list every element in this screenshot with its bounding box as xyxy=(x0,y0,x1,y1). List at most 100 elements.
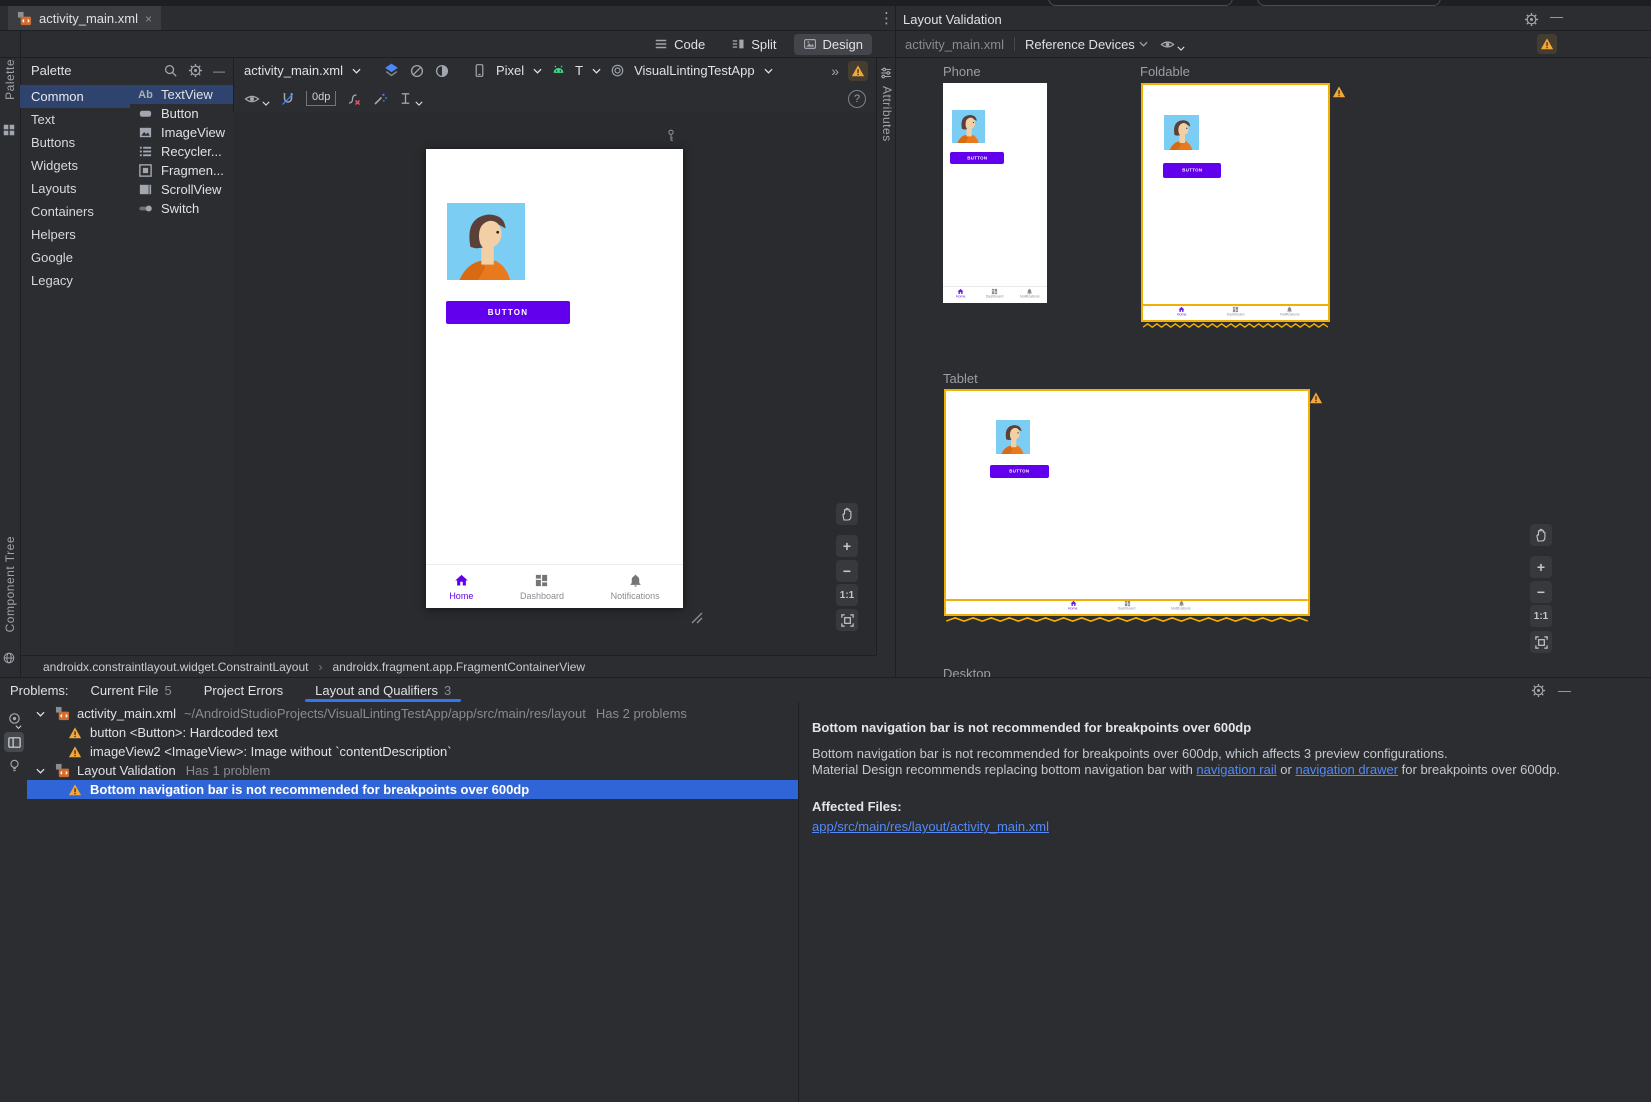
view-options-eye-icon[interactable] xyxy=(244,91,260,107)
visibility-eye-icon[interactable] xyxy=(1160,37,1175,52)
warning-icon[interactable] xyxy=(1309,391,1323,405)
validation-file-tab[interactable]: activity_main.xml xyxy=(905,37,1004,52)
avatar-imageview[interactable] xyxy=(447,203,525,280)
device-selector[interactable]: Pixel xyxy=(496,63,524,78)
device-phone-icon[interactable] xyxy=(472,63,487,78)
breadcrumb-item-fragmentcontainerview[interactable]: androidx.fragment.app.FragmentContainerV… xyxy=(333,660,586,674)
hide-panel-icon[interactable]: — xyxy=(213,65,225,77)
palette-category-text[interactable]: Text xyxy=(20,108,130,131)
canvas-resize-handle[interactable] xyxy=(688,609,704,625)
warning-icon[interactable] xyxy=(1332,85,1346,99)
zoom-in-button[interactable]: + xyxy=(836,535,858,557)
design-file-selector[interactable]: activity_main.xml xyxy=(244,63,343,78)
attributes-sliders-icon[interactable] xyxy=(879,66,893,80)
tree-row-activity-main-xml[interactable]: activity_main.xml ~/AndroidStudioProject… xyxy=(27,704,798,723)
chevron-down-icon[interactable] xyxy=(36,768,45,774)
tab-current-file[interactable]: Current File 5 xyxy=(81,678,182,702)
tab-layout-and-qualifiers[interactable]: Layout and Qualifiers 3 xyxy=(305,678,461,702)
editor-tab-activity-main[interactable]: activity_main.xml × xyxy=(8,6,161,31)
help-icon[interactable]: ? xyxy=(848,90,866,108)
tree-row-issue-bottom-nav-selected[interactable]: Bottom navigation bar is not recommended… xyxy=(27,780,798,799)
infer-constraints-wand-icon[interactable] xyxy=(372,91,388,107)
tree-row-issue-hardcoded-text[interactable]: button <Button>: Hardcoded text xyxy=(27,723,798,742)
zoom-in-button[interactable]: + xyxy=(1530,556,1552,578)
zoom-reset-button[interactable]: 1:1 xyxy=(1530,605,1552,627)
affected-file-link[interactable]: app/src/main/res/layout/activity_main.xm… xyxy=(812,819,1049,834)
palette-item-switch[interactable]: Switch xyxy=(130,199,233,218)
palette-item-textview[interactable]: Ab TextView xyxy=(130,85,233,104)
palette-category-common[interactable]: Common xyxy=(20,85,130,108)
search-icon[interactable] xyxy=(163,63,178,78)
kebab-menu-icon[interactable]: ⋮ xyxy=(879,11,894,26)
nav-item-notifications[interactable]: Notifications xyxy=(611,573,660,601)
preview-phone[interactable]: BUTTON Home Dashboard Notifications xyxy=(943,83,1047,303)
palette-item-button[interactable]: Button xyxy=(130,104,233,123)
palette-item-recyclerview[interactable]: Recycler... xyxy=(130,142,233,161)
theme-selector[interactable]: VisualLintingTestApp xyxy=(634,63,754,78)
preview-tablet[interactable]: BUTTON xyxy=(944,389,1310,616)
tablet-bottom-nav-lint-highlight[interactable]: Home Dashboard Notifications xyxy=(944,599,1310,616)
nav-item-dashboard[interactable]: Dashboard xyxy=(520,573,564,601)
navigation-rail-link[interactable]: navigation rail xyxy=(1196,762,1276,777)
attributes-stripe-label[interactable]: Attributes xyxy=(880,86,894,142)
palette-stripe-label[interactable]: Palette xyxy=(3,59,17,100)
gear-icon[interactable] xyxy=(1531,683,1546,698)
code-mode-button[interactable]: Code xyxy=(645,34,714,55)
design-mode-button[interactable]: Design xyxy=(794,34,872,55)
nav-item-home[interactable]: Home xyxy=(449,573,473,601)
split-mode-button[interactable]: Split xyxy=(722,34,785,55)
breadcrumb-item-constraintlayout[interactable]: androidx.constraintlayout.widget.Constra… xyxy=(43,660,309,674)
blueprint-off-icon[interactable] xyxy=(409,63,425,79)
navigation-drawer-link[interactable]: navigation drawer xyxy=(1295,762,1398,777)
zoom-to-fit-button[interactable] xyxy=(836,609,858,631)
bottom-navigation-bar[interactable]: Home Dashboard Notifications xyxy=(426,564,683,608)
palette-item-imageview[interactable]: ImageView xyxy=(130,123,233,142)
pan-hand-button[interactable] xyxy=(836,503,858,525)
theme-icon[interactable] xyxy=(610,63,625,78)
gear-icon[interactable] xyxy=(1524,12,1539,27)
close-icon[interactable]: × xyxy=(145,13,152,25)
reference-devices-selector[interactable]: Reference Devices xyxy=(1025,37,1135,52)
api-level-selector[interactable]: T xyxy=(575,63,583,78)
clear-constraints-icon[interactable] xyxy=(346,91,362,107)
tab-project-errors[interactable]: Project Errors xyxy=(194,678,293,702)
tree-row-layout-validation-group[interactable]: Layout Validation Has 1 problem xyxy=(27,761,798,780)
palette-category-layouts[interactable]: Layouts xyxy=(20,177,130,200)
validation-warning-badge[interactable] xyxy=(1537,34,1557,54)
tree-row-issue-content-description[interactable]: imageView2 <ImageView>: Image without `c… xyxy=(27,742,798,761)
default-margin-control[interactable]: 0dp xyxy=(306,91,336,106)
material-button[interactable]: BUTTON xyxy=(446,301,570,324)
foldable-bottom-nav-lint-highlight[interactable]: Home Dashboard Notifications xyxy=(1141,304,1330,322)
palette-category-helpers[interactable]: Helpers xyxy=(20,223,130,246)
palette-item-fragment[interactable]: Fragmen... xyxy=(130,161,233,180)
minimize-icon[interactable]: — xyxy=(1550,10,1563,23)
align-ibeam-icon[interactable] xyxy=(398,91,413,106)
minimize-icon[interactable]: — xyxy=(1558,684,1571,697)
overflow-chevrons-icon[interactable]: » xyxy=(831,64,839,78)
palette-category-google[interactable]: Google xyxy=(20,246,130,269)
problems-filter-target-icon[interactable] xyxy=(7,711,22,726)
palette-icon[interactable] xyxy=(2,123,16,137)
zoom-to-fit-button[interactable] xyxy=(1530,631,1552,653)
design-warning-badge[interactable] xyxy=(848,61,868,81)
toggle-details-panel-button[interactable] xyxy=(4,732,24,752)
globe-icon[interactable] xyxy=(2,651,16,665)
chevron-down-icon[interactable] xyxy=(36,711,45,717)
palette-category-widgets[interactable]: Widgets xyxy=(20,154,130,177)
component-tree-stripe-label[interactable]: Component Tree xyxy=(3,536,17,632)
palette-category-containers[interactable]: Containers xyxy=(20,200,130,223)
night-mode-icon[interactable] xyxy=(434,63,450,79)
palette-category-buttons[interactable]: Buttons xyxy=(20,131,130,154)
quick-fix-bulb-icon[interactable] xyxy=(7,758,22,773)
android-api-icon[interactable] xyxy=(551,63,566,78)
design-canvas-phone[interactable]: BUTTON Home Dashboard Notifications xyxy=(426,149,683,608)
zoom-out-button[interactable]: − xyxy=(836,560,858,582)
design-surface-layers-icon[interactable] xyxy=(383,62,400,79)
gear-icon[interactable] xyxy=(188,63,203,78)
zoom-out-button[interactable]: − xyxy=(1530,581,1552,603)
palette-category-legacy[interactable]: Legacy xyxy=(20,269,130,292)
pan-hand-button[interactable] xyxy=(1530,524,1552,546)
autoconnect-magnet-icon[interactable] xyxy=(280,91,296,107)
palette-item-scrollview[interactable]: ScrollView xyxy=(130,180,233,199)
preview-foldable[interactable]: BUTTON xyxy=(1141,83,1330,318)
